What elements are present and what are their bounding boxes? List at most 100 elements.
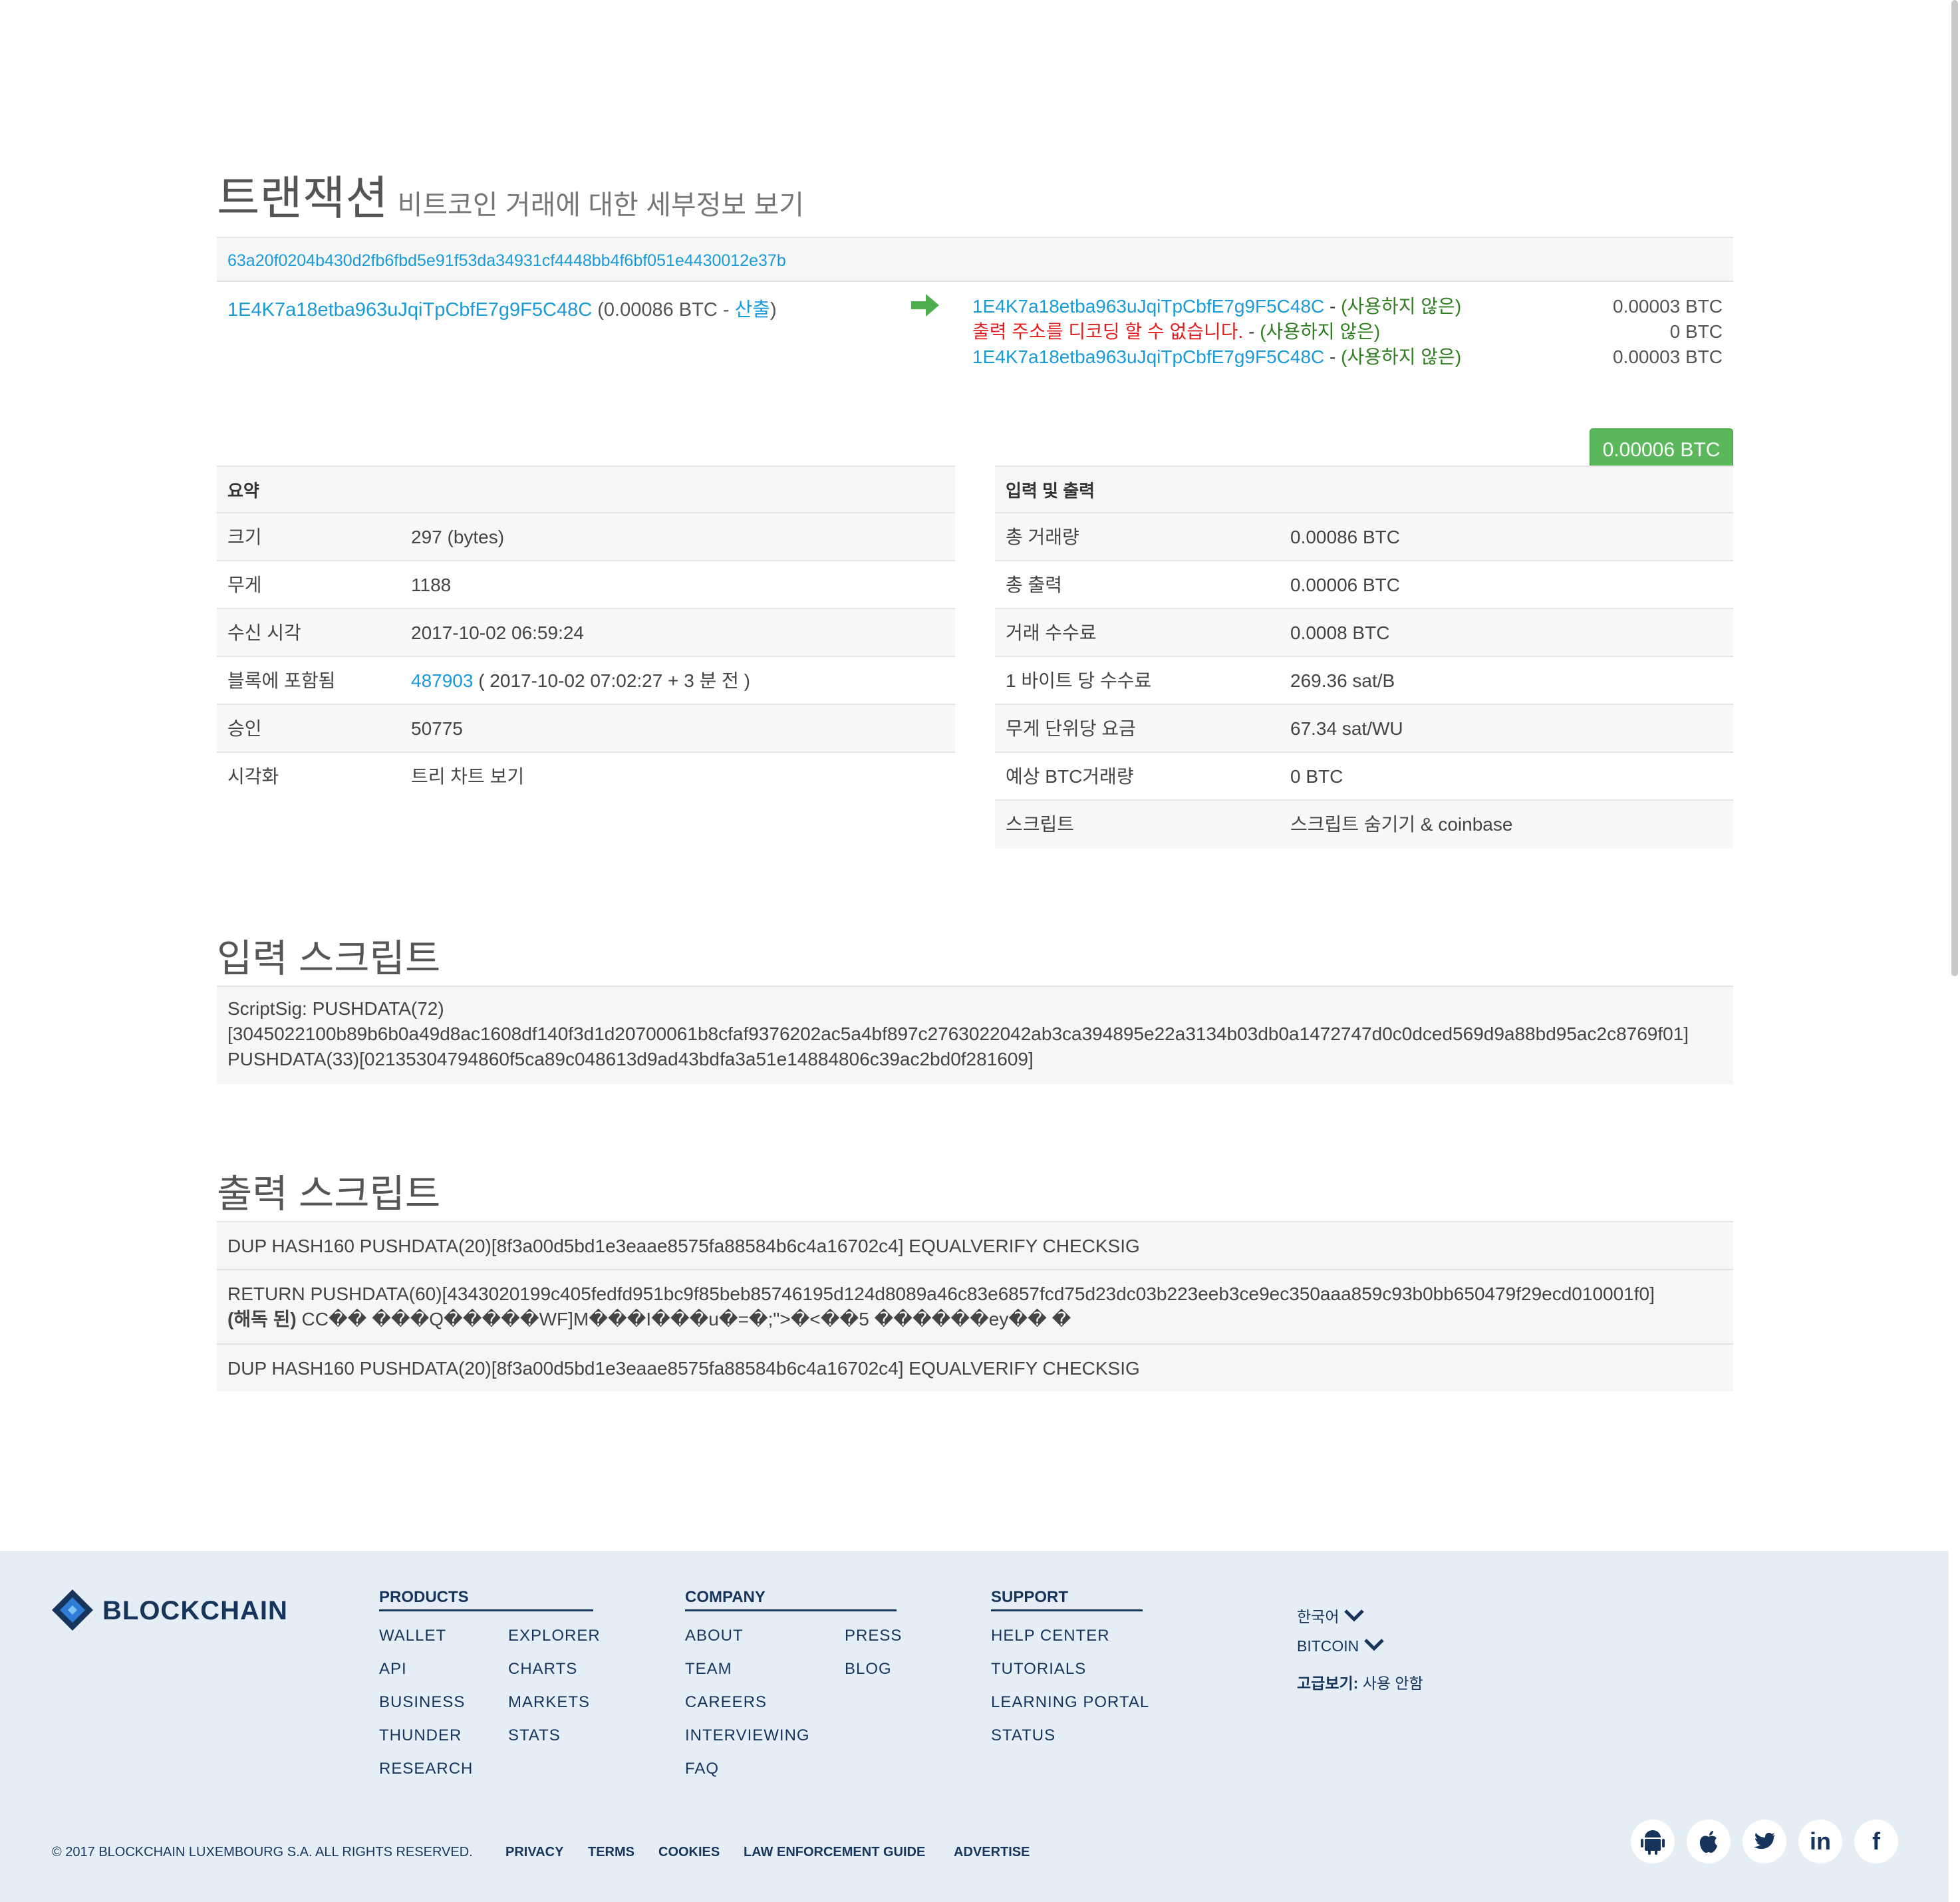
output-script-decoded: (해독 된) CC�� ���Q�����WF]M���I���u�=�;">�… — [227, 1307, 1723, 1332]
footer-link-about[interactable]: ABOUT — [685, 1627, 744, 1645]
output-status: (사용하지 않은) — [1260, 321, 1381, 342]
summary-row-weight: 무게 1188 — [217, 561, 955, 609]
scrollbar-thumb[interactable] — [1951, 0, 1958, 976]
brand-name: BLOCKCHAIN — [102, 1596, 288, 1625]
language-value: 한국어 — [1297, 1608, 1339, 1625]
output-address-link[interactable]: 1E4K7a18etba963uJqiTpCbfE7g9F5C48C — [972, 296, 1324, 317]
twitter-icon-glyph — [1754, 1832, 1775, 1849]
row-label: 수신 시각 — [227, 622, 301, 643]
footer: BLOCKCHAIN PRODUCTS WALLET API BUSINESS … — [0, 1551, 1949, 1902]
row-value: 297 (bytes) — [411, 527, 505, 547]
blockchain-logo-icon — [52, 1589, 93, 1631]
summary-row-confirmations: 승인 50775 — [217, 705, 955, 753]
output-scripts-title: 출력 스크립트 — [217, 1172, 441, 1216]
row-value: 50775 — [411, 718, 463, 739]
row-label: 무게 — [227, 575, 262, 595]
footer-link-research[interactable]: RESEARCH — [379, 1760, 473, 1778]
row-value: 67.34 sat/WU — [1290, 718, 1403, 739]
footer-link-markets[interactable]: MARKETS — [508, 1693, 590, 1712]
footer-link-team[interactable]: TEAM — [685, 1660, 732, 1679]
advanced-view-toggle[interactable]: 고급보기: 사용 안함 — [1297, 1671, 1423, 1693]
apple-icon-glyph — [1699, 1831, 1717, 1853]
io-rows: 총 거래량 0.00086 BTC 총 출력 0.00006 BTC 거래 수수료 0… — [995, 513, 1733, 849]
row-value: 0.0008 BTC — [1290, 622, 1390, 643]
io-row-total-input: 총 거래량 0.00086 BTC — [995, 513, 1733, 561]
output-decode-error: 출력 주소를 디코딩 할 수 없습니다. — [972, 321, 1244, 342]
row-label: 승인 — [227, 718, 262, 739]
footer-link-blog[interactable]: BLOG — [845, 1660, 892, 1679]
footer-link-terms[interactable]: TERMS — [588, 1845, 634, 1860]
footer-link-stats[interactable]: STATS — [508, 1726, 561, 1745]
footer-link-advertise[interactable]: ADVERTISE — [954, 1845, 1030, 1860]
tx-hash-row: 63a20f0204b430d2fb6fbd5e91f53da34931cf44… — [217, 237, 1733, 282]
footer-link-explorer[interactable]: EXPLORER — [508, 1627, 601, 1645]
output-script-item: RETURN PUSHDATA(60)[4343020199c405fedfd9… — [217, 1269, 1733, 1343]
android-icon[interactable] — [1631, 1820, 1675, 1863]
transaction-panel: 63a20f0204b430d2fb6fbd5e91f53da34931cf44… — [217, 237, 1733, 471]
input-script-box: ScriptSig: PUSHDATA(72) [3045022100b89b6… — [217, 986, 1733, 1084]
io-row-fee-per-byte: 1 바이트 당 수수료 269.36 sat/B — [995, 657, 1733, 705]
footer-link-wallet[interactable]: WALLET — [379, 1627, 446, 1645]
arrow-right-icon — [911, 294, 939, 317]
twitter-icon[interactable] — [1743, 1820, 1786, 1863]
tree-chart-link[interactable]: 트리 차트 보기 — [411, 753, 524, 801]
row-label: 무게 단위당 요금 — [1006, 718, 1136, 739]
footer-link-api[interactable]: API — [379, 1660, 407, 1679]
apple-icon[interactable] — [1687, 1820, 1731, 1863]
footer-link-charts[interactable]: CHARTS — [508, 1660, 577, 1679]
footer-link-thunder[interactable]: THUNDER — [379, 1726, 462, 1745]
io-row-scripts: 스크립트 스크립트 숨기기 & coinbase — [995, 801, 1733, 849]
output-status: (사용하지 않은) — [1341, 346, 1462, 367]
footer-link-press[interactable]: PRESS — [845, 1627, 902, 1645]
footer-link-business[interactable]: BUSINESS — [379, 1693, 465, 1712]
summary-row-visualize: 시각화 트리 차트 보기 — [217, 753, 955, 801]
footer-link-help-center[interactable]: HELP CENTER — [991, 1627, 1110, 1645]
script-line: ScriptSig: PUSHDATA(72) — [227, 998, 444, 1019]
tx-outputs: 1E4K7a18etba963uJqiTpCbfE7g9F5C48C - (사용… — [972, 294, 1723, 370]
footer-link-status[interactable]: STATUS — [991, 1726, 1055, 1745]
input-address-link[interactable]: 1E4K7a18etba963uJqiTpCbfE7g9F5C48C — [227, 299, 592, 321]
facebook-text: f — [1872, 1828, 1880, 1855]
output-address-link[interactable]: 1E4K7a18etba963uJqiTpCbfE7g9F5C48C — [972, 346, 1324, 367]
hide-scripts-link[interactable]: 스크립트 숨기기 & coinbase — [1290, 801, 1512, 849]
output-script-item: DUP HASH160 PUSHDATA(20)[8f3a00d5bd1e3ea… — [217, 1343, 1733, 1391]
block-height-link[interactable]: 487903 — [411, 670, 473, 691]
io-header: 입력 및 출력 — [995, 466, 1733, 513]
facebook-icon[interactable]: f — [1854, 1820, 1898, 1863]
output-row: 1E4K7a18etba963uJqiTpCbfE7g9F5C48C - (사용… — [972, 344, 1723, 370]
output-sep: - — [1324, 346, 1341, 367]
language-selector[interactable]: 한국어 — [1297, 1604, 1365, 1627]
currency-selector[interactable]: BITCOIN — [1297, 1637, 1385, 1655]
android-icon-glyph — [1641, 1830, 1665, 1855]
output-script-item: DUP HASH160 PUSHDATA(20)[8f3a00d5bd1e3ea… — [217, 1221, 1733, 1269]
support-heading: SUPPORT — [991, 1588, 1143, 1611]
footer-link-tutorials[interactable]: TUTORIALS — [991, 1660, 1086, 1679]
summary-row-block: 블록에 포함됨 487903 ( 2017-10-02 07:02:27 + 3 … — [217, 657, 955, 705]
blockchain-logo[interactable]: BLOCKCHAIN — [52, 1589, 331, 1636]
output-amount: 0.00003 BTC — [1613, 296, 1723, 317]
linkedin-icon[interactable]: in — [1798, 1820, 1842, 1863]
summary-row-received: 수신 시각 2017-10-02 06:59:24 — [217, 609, 955, 657]
row-value: 0.00086 BTC — [1290, 527, 1400, 547]
footer-link-learning-portal[interactable]: LEARNING PORTAL — [991, 1693, 1149, 1712]
row-value: 269.36 sat/B — [1290, 670, 1395, 691]
advanced-label: 고급보기: — [1297, 1675, 1359, 1692]
io-row-fee-per-weight: 무게 단위당 요금 67.34 sat/WU — [995, 705, 1733, 753]
footer-link-cookies[interactable]: COOKIES — [658, 1845, 720, 1860]
footer-link-faq[interactable]: FAQ — [685, 1760, 719, 1778]
row-label: 블록에 포함됨 — [227, 670, 336, 691]
output-row: 출력 주소를 디코딩 할 수 없습니다. - (사용하지 않은) 0 BTC — [972, 319, 1723, 344]
tx-hash-link[interactable]: 63a20f0204b430d2fb6fbd5e91f53da34931cf44… — [227, 251, 786, 270]
footer-link-interviewing[interactable]: INTERVIEWING — [685, 1726, 810, 1745]
footer-link-privacy[interactable]: PRIVACY — [505, 1845, 563, 1860]
io-row-estimated: 예상 BTC거래량 0 BTC — [995, 753, 1733, 801]
footer-link-careers[interactable]: CAREERS — [685, 1693, 767, 1712]
scrollbar[interactable] — [1949, 0, 1960, 1902]
input-spent-link[interactable]: 산출 — [735, 299, 770, 321]
output-sep: - — [1324, 296, 1341, 317]
output-status: (사용하지 않은) — [1341, 296, 1462, 317]
output-amount: 0.00003 BTC — [1613, 346, 1723, 367]
tx-input: 1E4K7a18etba963uJqiTpCbfE7g9F5C48C (0.00… — [227, 294, 777, 322]
total-output-button[interactable]: 0.00006 BTC — [1590, 428, 1733, 471]
footer-link-law-enforcement[interactable]: LAW ENFORCEMENT GUIDE — [744, 1845, 925, 1860]
